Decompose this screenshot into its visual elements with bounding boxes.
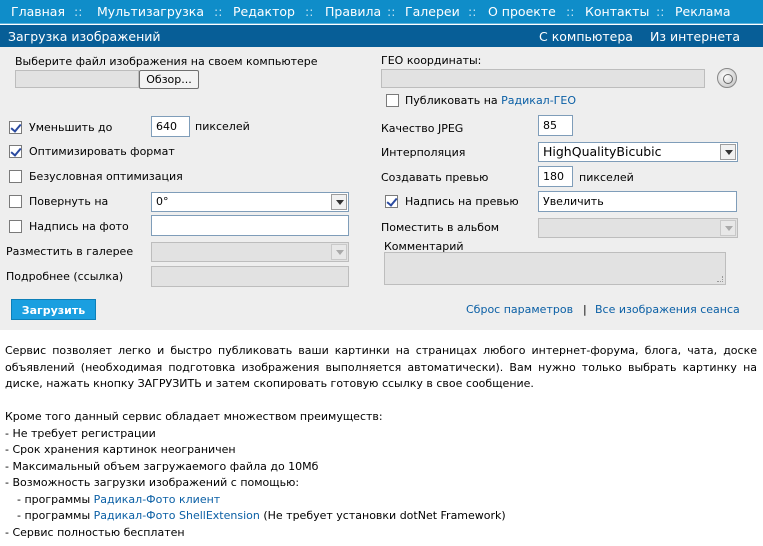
geo-coordinates-field[interactable] [381, 69, 705, 88]
lossless-checkbox[interactable] [9, 170, 22, 183]
reduce-size-input[interactable]: 640 [151, 116, 190, 137]
publish-geo-prefix: Публиковать на [405, 94, 502, 107]
program-prefix: - программы [17, 492, 94, 506]
nav-separator: :: [214, 4, 223, 19]
chevron-down-icon[interactable] [720, 144, 736, 160]
preview-caption-checkbox[interactable] [385, 195, 398, 208]
comment-textarea[interactable] [384, 252, 726, 285]
interpolation-select[interactable]: HighQualityBicubic [538, 142, 738, 162]
optimize-checkbox[interactable] [9, 145, 22, 158]
session-images-link[interactable]: Все изображения сеанса [595, 303, 740, 316]
list-item: - Возможность загрузки изображений с пом… [5, 476, 300, 489]
resize-grip-icon[interactable] [717, 276, 723, 282]
nav-item-ads[interactable]: Реклама [675, 4, 731, 19]
nav-separator: :: [74, 4, 83, 19]
list-item: - Сервис полностью бесплатен [5, 525, 185, 539]
geo-locate-icon[interactable] [717, 68, 737, 88]
upload-button[interactable]: Загрузить [11, 299, 96, 320]
list-item: - Не требует регистрации [5, 426, 156, 440]
rotate-checkbox[interactable] [9, 195, 22, 208]
list-item: - Максимальный объем загружаемого файла … [5, 459, 319, 473]
program-prefix: - программы [17, 509, 94, 522]
jpeg-quality-input[interactable]: 85 [538, 115, 573, 136]
radikal-photo-client-link[interactable]: Радикал-Фото клиент [94, 493, 221, 506]
links-separator: | [583, 303, 587, 316]
nav-separator: :: [305, 4, 314, 19]
reduce-checkbox[interactable] [9, 121, 22, 134]
nav-separator: :: [656, 4, 665, 19]
album-select[interactable] [538, 218, 738, 238]
nav-item-editor[interactable]: Редактор [233, 4, 295, 19]
service-description: Сервис позволяет легко и быстро публиков… [5, 343, 757, 541]
details-label: Подробнее (ссылка) [6, 270, 124, 283]
nav-separator: :: [387, 4, 396, 19]
album-label: Поместить в альбом [381, 221, 500, 234]
reduce-unit: пикселей [195, 120, 250, 133]
preview-label: Создавать превью [381, 171, 489, 184]
chevron-down-icon[interactable] [720, 220, 736, 236]
rotate-label: Повернуть на [29, 195, 109, 208]
publish-geo-checkbox[interactable] [386, 94, 399, 107]
nav-item-contacts[interactable]: Контакты [585, 4, 649, 19]
nav-separator: :: [566, 4, 575, 19]
upload-form: Выберите файл изображения на своем компь… [0, 47, 763, 330]
browse-button[interactable]: Обзор... [139, 70, 199, 89]
nav-item-galleries[interactable]: Галереи [405, 4, 460, 19]
interpolation-label: Интерполяция [381, 146, 466, 159]
list-item: - программы Радикал-Фото клиент [5, 492, 757, 509]
program-note: (Не требует установки dotNet Framework) [259, 509, 506, 522]
radikal-photo-shellextension-link[interactable]: Радикал-Фото ShellExtension [94, 509, 260, 522]
interpolation-select-value: HighQualityBicubic [543, 144, 662, 159]
gallery-select[interactable] [151, 242, 349, 262]
caption-label: Надпись на фото [29, 220, 129, 233]
chevron-down-icon[interactable] [331, 194, 347, 210]
reset-parameters-link[interactable]: Сброс параметров [466, 303, 573, 316]
list-item: - Срок хранения картинок неограничен [5, 443, 236, 456]
intro-paragraph: Сервис позволяет легко и быстро публиков… [5, 344, 757, 390]
caption-checkbox[interactable] [9, 220, 22, 233]
nav-separator: :: [468, 4, 477, 19]
geo-label: ГЕО координаты: [381, 54, 482, 67]
list-item: - программы Радикал-Фото ShellExtension … [5, 508, 757, 525]
preview-size-input[interactable]: 180 [538, 166, 573, 187]
file-path-field[interactable] [15, 70, 139, 88]
preview-caption-label: Надпись на превью [405, 195, 519, 208]
rotate-select[interactable]: 0° [151, 192, 349, 212]
nav-item-rules[interactable]: Правила [325, 4, 381, 19]
chevron-down-icon[interactable] [331, 244, 347, 260]
upload-header-bar: Загрузка изображений С компьютера Из инт… [0, 25, 763, 47]
gallery-label: Разместить в галерее [6, 245, 134, 258]
preview-unit: пикселей [579, 171, 634, 184]
jpeg-quality-label: Качество JPEG [381, 122, 464, 135]
reduce-label: Уменьшить до [29, 121, 113, 134]
advantages-heading: Кроме того данный сервис обладает множес… [5, 410, 383, 423]
radikal-geo-link[interactable]: Радикал-ГЕО [501, 94, 576, 107]
nav-item-home[interactable]: Главная [11, 4, 65, 19]
optimize-label: Оптимизировать формат [29, 145, 175, 158]
rotate-select-value: 0° [156, 195, 169, 208]
details-link-input[interactable] [151, 266, 349, 287]
file-label: Выберите файл изображения на своем компь… [15, 55, 318, 68]
tab-from-internet[interactable]: Из интернета [650, 29, 740, 44]
page-title: Загрузка изображений [8, 29, 161, 44]
caption-input[interactable] [151, 215, 349, 236]
tab-from-computer[interactable]: С компьютера [539, 29, 633, 44]
lossless-label: Безусловная оптимизация [29, 170, 183, 183]
preview-caption-input[interactable]: Увеличить [538, 191, 737, 212]
nav-item-multiupload[interactable]: Мультизагрузка [97, 4, 204, 19]
nav-item-about[interactable]: О проекте [488, 4, 556, 19]
top-navigation: Главная :: Мультизагрузка :: Редактор ::… [0, 0, 763, 24]
publish-geo-label: Публиковать на Радикал-ГЕО [405, 94, 576, 107]
